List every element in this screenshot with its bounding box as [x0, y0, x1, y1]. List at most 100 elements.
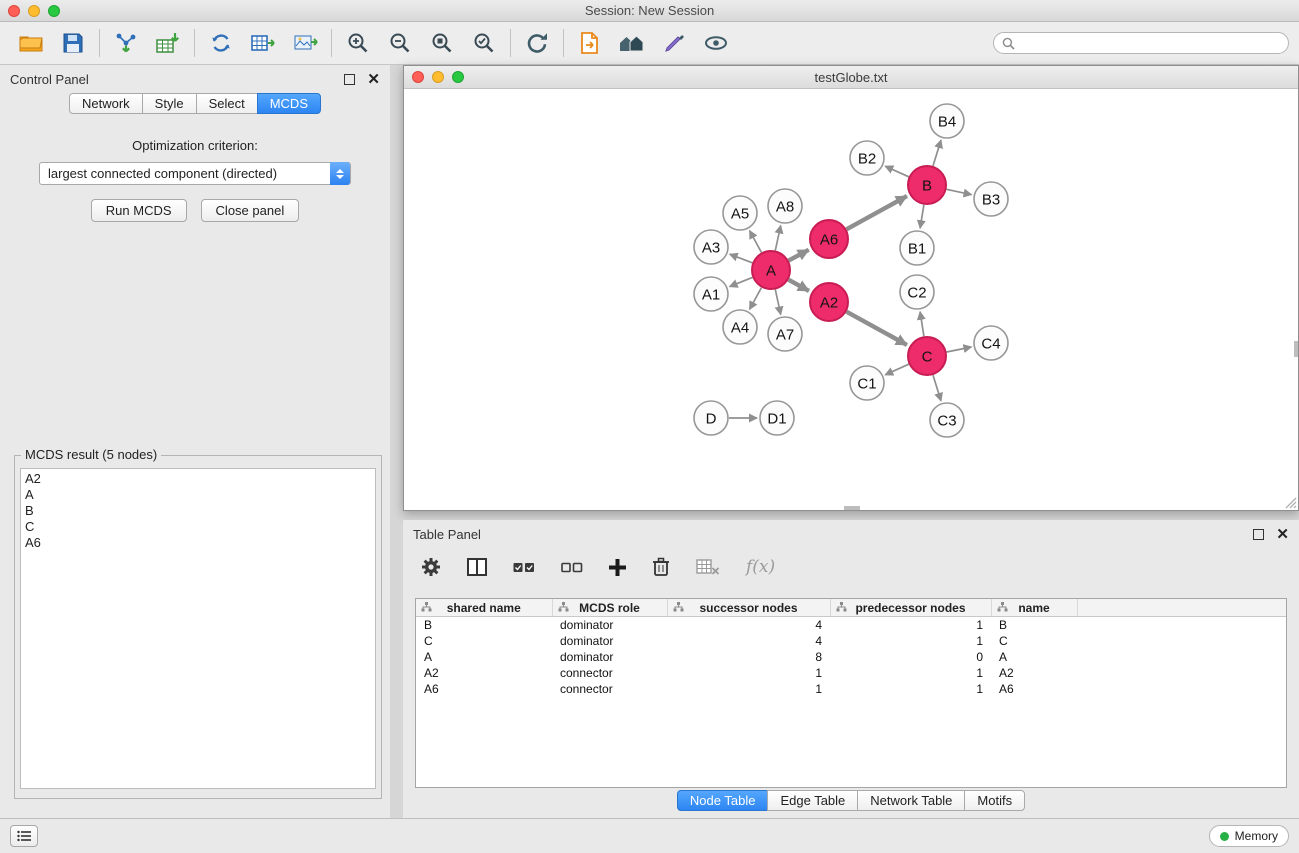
add-column-button[interactable]	[609, 559, 626, 576]
minimize-window-button[interactable]	[28, 5, 40, 17]
cell-shared-name[interactable]: A6	[416, 681, 552, 697]
open-session-button[interactable]	[10, 25, 52, 61]
cell-MCDS-role[interactable]: connector	[552, 665, 667, 681]
edge-A-A2[interactable]	[789, 280, 809, 291]
vertical-scroll-mark[interactable]	[1294, 341, 1298, 357]
edge-A-A3[interactable]	[730, 254, 753, 263]
tab-motifs[interactable]: Motifs	[964, 790, 1025, 811]
network-canvas[interactable]: B4B2BB3A5A8A6A3AB1A1A2C2A4A7C4CC1DD1C3	[404, 89, 1298, 510]
close-panel-button[interactable]: Close panel	[201, 199, 300, 222]
edge-A-A1[interactable]	[730, 277, 753, 286]
zoom-fit-button[interactable]	[421, 25, 463, 61]
cell-shared-name[interactable]: B	[416, 617, 552, 634]
deselect-all-button[interactable]	[561, 561, 583, 574]
mcds-result-item[interactable]: A6	[25, 535, 371, 551]
zoom-out-button[interactable]	[379, 25, 421, 61]
edge-A6-B[interactable]	[847, 196, 907, 229]
edge-B-B1[interactable]	[920, 205, 924, 228]
edge-A-A5[interactable]	[750, 231, 762, 253]
cell-MCDS-role[interactable]: dominator	[552, 617, 667, 634]
column-header-MCDS-role[interactable]: MCDS role	[552, 599, 667, 617]
cell-name[interactable]: C	[991, 633, 1077, 649]
tab-node-table[interactable]: Node Table	[677, 790, 769, 811]
table-row[interactable]: A2connector11A2	[416, 665, 1286, 681]
home-view-button[interactable]	[611, 25, 653, 61]
column-header-shared-name[interactable]: shared name	[416, 599, 552, 617]
node-B2[interactable]: B2	[850, 141, 884, 175]
edge-A-A7[interactable]	[775, 290, 780, 315]
table-row[interactable]: Adominator80A	[416, 649, 1286, 665]
save-session-button[interactable]	[52, 25, 94, 61]
column-header-successor-nodes[interactable]: successor nodes	[667, 599, 830, 617]
tab-network[interactable]: Network	[69, 93, 143, 114]
cell-shared-name[interactable]: A2	[416, 665, 552, 681]
node-A[interactable]: A	[752, 251, 790, 289]
import-network-button[interactable]	[105, 25, 147, 61]
zoom-in-button[interactable]	[337, 25, 379, 61]
search-input[interactable]	[1021, 35, 1280, 52]
export-image-button[interactable]	[284, 25, 326, 61]
zoom-window-button[interactable]	[48, 5, 60, 17]
mcds-result-item[interactable]: B	[25, 503, 371, 519]
node-A5[interactable]: A5	[723, 196, 757, 230]
cell-predecessor-nodes[interactable]: 0	[830, 649, 991, 665]
node-C3[interactable]: C3	[930, 403, 964, 437]
node-B3[interactable]: B3	[974, 182, 1008, 216]
select-all-button[interactable]	[513, 561, 535, 574]
node-A3[interactable]: A3	[694, 230, 728, 264]
zoom-network-window-button[interactable]	[452, 71, 464, 83]
node-D1[interactable]: D1	[760, 401, 794, 435]
minimize-network-window-button[interactable]	[432, 71, 444, 83]
cell-name[interactable]: A6	[991, 681, 1077, 697]
node-A8[interactable]: A8	[768, 189, 802, 223]
edge-A-A6[interactable]	[789, 250, 809, 261]
edge-A-A4[interactable]	[750, 288, 762, 310]
delete-column-button[interactable]	[652, 557, 670, 577]
refresh-view-button[interactable]	[516, 25, 558, 61]
node-A4[interactable]: A4	[723, 310, 757, 344]
tab-select[interactable]: Select	[196, 93, 258, 114]
mcds-result-list[interactable]: A2ABCA6	[20, 468, 376, 789]
cell-shared-name[interactable]: C	[416, 633, 552, 649]
edge-A2-C[interactable]	[847, 312, 907, 345]
cell-predecessor-nodes[interactable]: 1	[830, 617, 991, 634]
cell-name[interactable]: A2	[991, 665, 1077, 681]
run-mcds-button[interactable]: Run MCDS	[91, 199, 187, 222]
criterion-dropdown[interactable]: largest connected component (directed)	[39, 162, 351, 185]
cell-predecessor-nodes[interactable]: 1	[830, 665, 991, 681]
table-settings-button[interactable]	[421, 557, 441, 577]
current-document-button[interactable]	[569, 25, 611, 61]
export-table-button[interactable]	[242, 25, 284, 61]
delete-table-button[interactable]	[696, 558, 720, 576]
tab-edge-table[interactable]: Edge Table	[767, 790, 858, 811]
horizontal-scroll-mark[interactable]	[844, 506, 860, 510]
zoom-selected-button[interactable]	[463, 25, 505, 61]
node-C1[interactable]: C1	[850, 366, 884, 400]
show-columns-button[interactable]	[467, 558, 487, 576]
cell-successor-nodes[interactable]: 8	[667, 649, 830, 665]
memory-button[interactable]: Memory	[1209, 825, 1289, 847]
node-C4[interactable]: C4	[974, 326, 1008, 360]
close-network-window-button[interactable]	[412, 71, 424, 83]
cell-MCDS-role[interactable]: dominator	[552, 633, 667, 649]
node-B1[interactable]: B1	[900, 231, 934, 265]
tab-network-table[interactable]: Network Table	[857, 790, 965, 811]
float-table-panel-icon[interactable]	[1253, 529, 1264, 540]
node-A7[interactable]: A7	[768, 317, 802, 351]
edge-A-A8[interactable]	[775, 226, 780, 251]
node-D[interactable]: D	[694, 401, 728, 435]
mcds-result-item[interactable]: A	[25, 487, 371, 503]
tab-mcds[interactable]: MCDS	[257, 93, 321, 114]
column-header-name[interactable]: name	[991, 599, 1077, 617]
table-row[interactable]: Cdominator41C	[416, 633, 1286, 649]
show-graphics-details-button[interactable]	[695, 25, 737, 61]
edge-C-C2[interactable]	[920, 312, 924, 336]
cell-successor-nodes[interactable]: 1	[667, 665, 830, 681]
node-A6[interactable]: A6	[810, 220, 848, 258]
task-history-button[interactable]	[10, 825, 38, 847]
tab-style[interactable]: Style	[142, 93, 197, 114]
search-field[interactable]	[993, 32, 1289, 54]
close-table-panel-icon[interactable]: ✕	[1276, 527, 1289, 542]
edge-C-C4[interactable]	[947, 347, 972, 352]
mcds-result-item[interactable]: A2	[25, 471, 371, 487]
